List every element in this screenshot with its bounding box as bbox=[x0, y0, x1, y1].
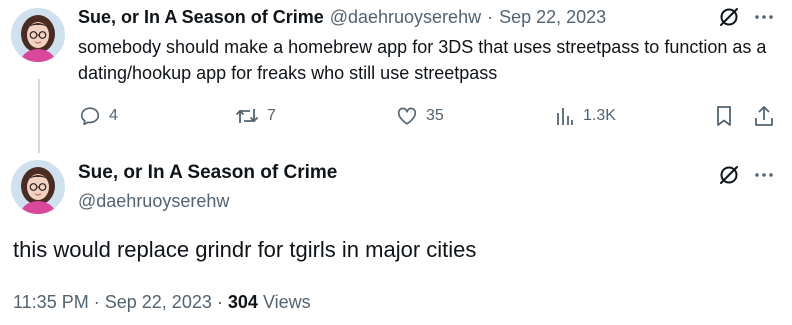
display-name[interactable]: Sue, or In A Season of Crime bbox=[78, 7, 324, 28]
tweet-time[interactable]: 11:35 PM bbox=[13, 292, 89, 312]
grok-icon bbox=[718, 6, 740, 28]
tweet-text: somebody should make a homebrew app for … bbox=[78, 37, 767, 83]
reply-icon bbox=[79, 105, 101, 127]
share-icon bbox=[753, 105, 775, 127]
bookmark-icon bbox=[714, 105, 734, 127]
tweet-header: Sue, or In A Season of Crime @daehruoyse… bbox=[78, 6, 606, 28]
tweet-meta: 11:35 PM · Sep 22, 2023 · 304 Views bbox=[13, 292, 311, 313]
grok-icon bbox=[718, 164, 740, 186]
grok-button[interactable] bbox=[718, 4, 740, 30]
avatar-image bbox=[11, 160, 65, 214]
views-label: Views bbox=[262, 292, 311, 312]
like-icon bbox=[396, 105, 418, 127]
tweet-date[interactable]: Sep 22, 2023 bbox=[499, 7, 606, 28]
handle[interactable]: @daehruoyserehw bbox=[78, 191, 229, 212]
tweet-text: this would replace grindr for tgirls in … bbox=[13, 237, 477, 262]
views-count: 304 bbox=[227, 292, 258, 312]
avatar-image bbox=[11, 8, 65, 62]
tweet-date[interactable]: Sep 22, 2023 bbox=[105, 292, 212, 312]
avatar[interactable] bbox=[11, 160, 65, 214]
grok-button[interactable] bbox=[718, 162, 740, 188]
avatar[interactable] bbox=[11, 8, 65, 62]
separator: · bbox=[487, 6, 494, 27]
action-bar: 4 7 35 1.3K bbox=[0, 102, 792, 130]
like-button[interactable]: 35 bbox=[396, 105, 444, 127]
repost-button[interactable]: 7 bbox=[235, 105, 276, 127]
reply-count: 4 bbox=[109, 107, 118, 124]
views-icon bbox=[555, 105, 575, 127]
handle[interactable]: @daehruoyserehw bbox=[330, 7, 481, 28]
more-icon bbox=[754, 165, 774, 185]
separator: · bbox=[93, 292, 100, 312]
views-button[interactable]: 1.3K bbox=[555, 105, 616, 127]
repost-icon bbox=[235, 105, 259, 127]
views-count: 1.3K bbox=[583, 107, 616, 124]
share-button[interactable] bbox=[753, 105, 775, 127]
bookmark-button[interactable] bbox=[714, 105, 734, 127]
more-button[interactable] bbox=[754, 162, 774, 188]
more-icon bbox=[754, 7, 774, 27]
display-name[interactable]: Sue, or In A Season of Crime bbox=[78, 162, 337, 184]
separator: · bbox=[216, 292, 223, 312]
reply-button[interactable]: 4 bbox=[79, 105, 118, 127]
more-button[interactable] bbox=[754, 4, 774, 30]
repost-count: 7 bbox=[267, 107, 276, 124]
like-count: 35 bbox=[426, 107, 444, 124]
